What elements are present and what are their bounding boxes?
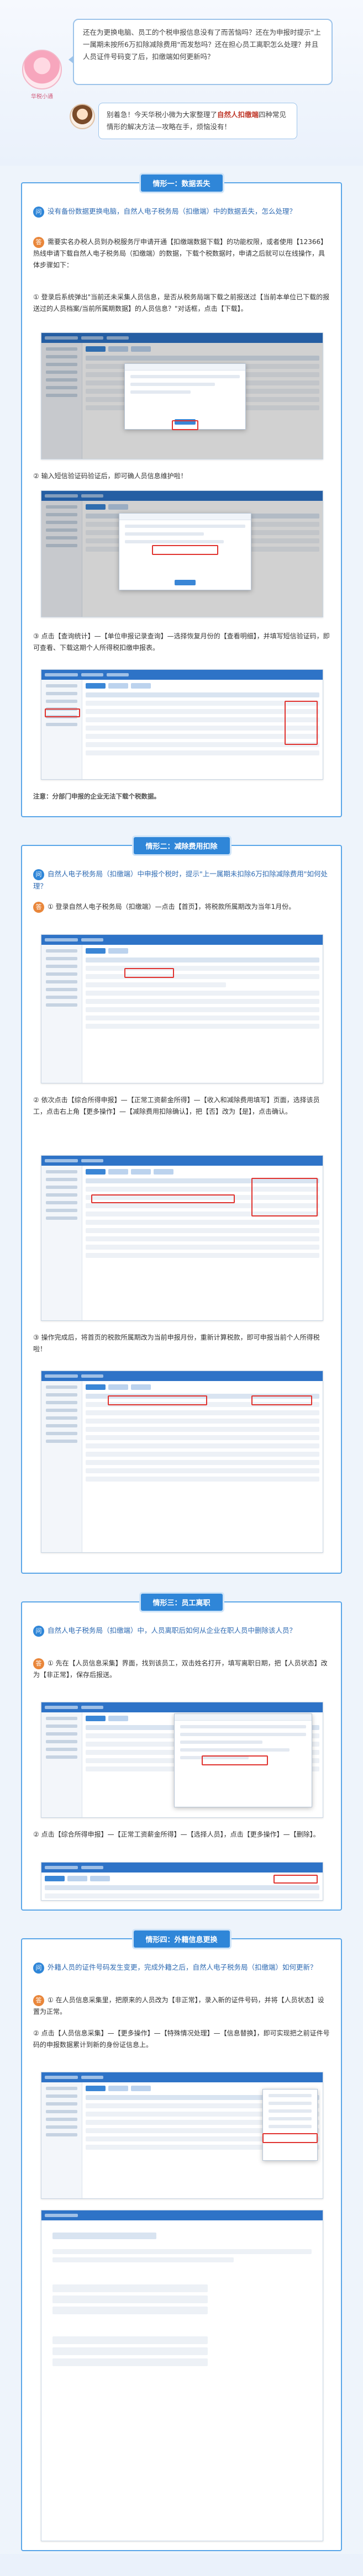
answer-icon: 答 [33, 1658, 44, 1669]
screenshot-home-period [41, 934, 323, 1083]
section-answer-intro: 答需要实名办税人员到办税服务厅申请开通【扣缴端数据下载】的功能权限，或者使用【1… [33, 236, 330, 271]
avatar-label: 华税小通 [31, 94, 53, 100]
screenshot-sms-verify [41, 490, 323, 617]
step-1: 答① 登录自然人电子税务局（扣缴端）—点击【首页】，将税款所属期改为当年1月份。 [33, 901, 330, 913]
download-dialog [124, 363, 246, 430]
screenshot-download-dialog [41, 332, 323, 459]
section-title: 情形四：外籍信息更换 [133, 1930, 230, 1948]
section-note: 注意：分部门申报的企业无法下载个税数据。 [33, 792, 160, 800]
footer-band [0, 2554, 363, 2576]
section-title: 情形二：减除费用扣除 [133, 837, 230, 854]
confirm-button[interactable] [175, 580, 196, 585]
step-1: 答① 在人员信息采集里，把原来的人员改为【非正常】，录入新的证件号码，并将【人员… [33, 1995, 330, 2018]
question-icon: 问 [33, 1962, 44, 1974]
section-title: 情形一：数据丢失 [140, 174, 223, 192]
section-deduction: 情形二：减除费用扣除 问自然人电子税务局（扣缴端）中申报个税时，提示"上一属期未… [21, 837, 342, 1574]
answer-icon: 答 [33, 1995, 44, 2006]
intro-question-bubble: 还在为更换电脑、员工的个税申报信息没有了而苦恼吗？还在为申报时提示"上一属期未按… [69, 19, 333, 85]
section-title: 情形三：员工离职 [140, 1594, 223, 1611]
answer-icon: 答 [33, 236, 44, 248]
page: 华税小通 还在为更换电脑、员工的个税申报信息没有了而苦恼吗？还在为申报时提示"上… [0, 0, 363, 2576]
section-question: 问没有备份数据更换电脑，自然人电子税务局（扣缴端）中的数据丢失，怎么处理？ [33, 205, 330, 218]
step-2: ② 点击【人员信息采集】—【更多操作】—【特殊情况处理】—【信息替换】，即可实现… [33, 2029, 330, 2049]
avatar [22, 50, 62, 89]
question-icon: 问 [33, 869, 44, 880]
section-question: 问自然人电子税务局（扣缴端）中，人员离职后如何从企业在职人员中删除该人员？ [33, 1625, 330, 1637]
step-2: ② 依次点击【综合所得申报】—【正常工资薪金所得】—【收入和减除费用填写】页面，… [33, 1096, 320, 1115]
reply-prefix: 别着急！今天华税小微为大家整理了 [107, 110, 218, 119]
intro-reply-bubble: 别着急！今天华税小微为大家整理了自然人扣缴端四种常见情形的解决方法—攻略在手，烦… [98, 103, 297, 139]
step-2: ② 点击【综合所得申报】—【正常工资薪金所得】—【选择人员】，点击【更多操作】—… [33, 1831, 320, 1838]
section-foreign-id: 情形四：外籍信息更换 问外籍人员的证件号码发生变更，完成外籍之后，自然人电子税务… [21, 1930, 342, 2551]
question-icon: 问 [33, 206, 44, 218]
step-1: ① 登录后系统弹出"当前还未采集人员信息，是否从税务局端下载之前报送过【当前本单… [33, 293, 330, 313]
reply-avatar [70, 104, 95, 129]
step-2: ② 输入短信验证码验证后，即可确人员信息维护啦！ [33, 472, 187, 480]
intro-panel: 华税小通 还在为更换电脑、员工的个税申报信息没有了而苦恼吗？还在为申报时提示"上… [0, 0, 363, 166]
more-actions-menu [262, 2089, 318, 2161]
screenshot-query-records [41, 669, 323, 780]
answer-icon: 答 [33, 901, 44, 913]
question-icon: 问 [33, 1625, 44, 1637]
screenshot-deduction-confirm [41, 1155, 323, 1321]
reply-highlight: 自然人扣缴端 [217, 110, 259, 119]
step-3: ③ 点击【查询统计】—【单位申报记录查询】—选择恢复月份的【查看明细】，并填写短… [33, 632, 330, 652]
screenshot-person-status [41, 1702, 323, 1818]
step-1: 答① 先在【人员信息采集】界面，找到该员工，双击姓名打开，填写离职日期，把【人员… [33, 1658, 330, 1681]
section-question: 问外籍人员的证件号码发生变更，完成外籍之后，自然人电子税务局（扣缴端）如何更新？ [33, 1961, 330, 1974]
section-question: 问自然人电子税务局（扣缴端）中申报个税时，提示"上一属期未扣除6万扣除减除费用"… [33, 869, 328, 890]
section-data-loss: 情形一：数据丢失 问没有备份数据更换电脑，自然人电子税务局（扣缴端）中的数据丢失… [21, 174, 342, 817]
screenshot-replace-form [41, 2210, 323, 2541]
screenshot-delete-person [41, 1862, 323, 1901]
screenshot-info-replace [41, 2072, 323, 2199]
screenshot-recalculate [41, 1371, 323, 1553]
step-3: ③ 操作完成后，将首页的税款所属期改为当前申报月份，重新计算税款，即可申报当前个… [33, 1334, 320, 1353]
section-resignation: 情形三：员工离职 问自然人电子税务局（扣缴端）中，人员离职后如何从企业在职人员中… [21, 1594, 342, 1911]
